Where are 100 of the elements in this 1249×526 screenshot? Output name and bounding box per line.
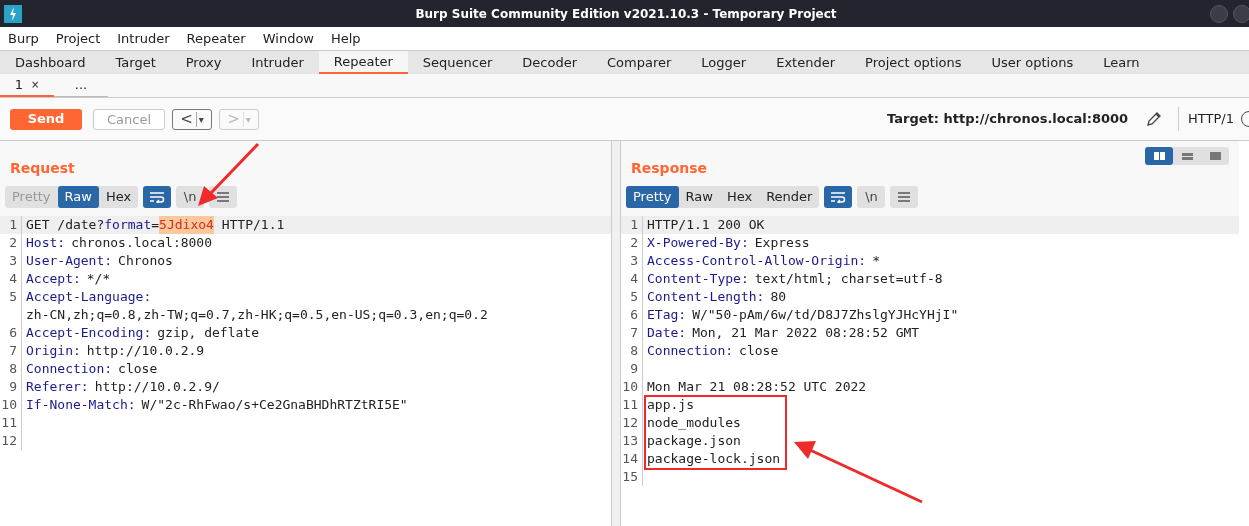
main-tab[interactable]: Learn [1088, 51, 1155, 74]
protocol-label: HTTP/1 [1188, 110, 1234, 129]
wrap-icon [830, 191, 847, 203]
code-text: gzip, deflate [157, 324, 259, 342]
header-name: Connection: [647, 342, 734, 360]
line-number: 13 [621, 432, 643, 450]
header-name: Host: [26, 234, 66, 252]
newline-button[interactable]: \n [176, 186, 205, 208]
main-tab[interactable]: Dashboard [0, 51, 101, 74]
wrap-button[interactable] [824, 186, 853, 208]
main-tab[interactable]: Sequencer [407, 51, 508, 74]
line-number: 4 [621, 270, 643, 288]
param-name: format [104, 216, 152, 234]
header-name: X-Powered-By: [647, 234, 749, 252]
menu-button[interactable] [890, 186, 919, 208]
main-tab[interactable]: Repeater [318, 51, 408, 74]
code-text: close [739, 342, 779, 360]
annotation-arrow [196, 142, 260, 208]
code-text: Express [754, 234, 810, 252]
main-tab[interactable]: User options [976, 51, 1089, 74]
main-tab[interactable]: Project options [850, 51, 977, 74]
line-number: 2 [621, 234, 643, 252]
back-button[interactable]: < ▾ [172, 108, 212, 130]
menu-item[interactable]: Help [331, 28, 361, 49]
header-name: Origin: [26, 342, 81, 360]
line-number: 12 [0, 432, 22, 450]
menu-item[interactable]: Project [55, 28, 101, 49]
line-number: 15 [621, 468, 643, 486]
line-number: 10 [0, 396, 22, 414]
menu-item[interactable]: Burp [8, 28, 39, 49]
menu-item[interactable]: Intruder [117, 28, 170, 49]
target-label: Target: http://chronos.local:8000 [887, 110, 1129, 129]
view-tab[interactable]: Render [759, 186, 820, 208]
view-tab[interactable]: Pretty [626, 186, 679, 208]
main-tab[interactable]: Comparer [592, 51, 687, 74]
line-number: 1 [0, 216, 22, 234]
app-logo-icon [4, 4, 22, 23]
code-text: Mon, 21 Mar 2022 08:28:52 GMT [692, 324, 920, 342]
line-number: 14 [621, 450, 643, 468]
panel-title: Request [9, 159, 76, 178]
layout-split-icon[interactable] [1145, 147, 1173, 165]
view-tab[interactable]: Hex [719, 186, 760, 208]
header-name: Content-Length: [647, 288, 765, 306]
view-tab[interactable]: Hex [98, 186, 139, 208]
header-name: User-Agent: [26, 252, 113, 270]
code-text: node_modules [647, 414, 741, 432]
line-number: 6 [0, 324, 22, 342]
line-number: 11 [0, 414, 22, 432]
header-name: Connection: [26, 360, 113, 378]
header-name: Access-Control-Allow-Origin: [647, 252, 867, 270]
header-name: Accept-Language: [26, 288, 152, 306]
code-text: chronos.local:8000 [71, 234, 213, 252]
view-tab[interactable]: Raw [57, 186, 99, 208]
header-name: Date: [647, 324, 687, 342]
line-number: 9 [0, 378, 22, 396]
line-number: 5 [621, 288, 643, 306]
menu-item[interactable]: Repeater [186, 28, 246, 49]
main-tab[interactable]: Proxy [170, 51, 237, 74]
wrap-icon [149, 191, 166, 203]
code-text: */* [86, 270, 111, 288]
view-tab[interactable]: Raw [678, 186, 720, 208]
main-tab[interactable]: Logger [686, 51, 762, 74]
code-text: Mon Mar 21 08:28:52 UTC 2022 [647, 378, 867, 396]
line-number: 3 [0, 252, 22, 270]
window-title: Burp Suite Community Edition v2021.10.3 - Temporary Project [415, 5, 837, 23]
code-text: = [151, 216, 160, 234]
header-name: Accept-Encoding: [26, 324, 152, 342]
code-text: package-lock.json [647, 450, 781, 468]
code-text: app.js [647, 396, 694, 414]
line-number: 10 [621, 378, 643, 396]
code-text: http://10.0.2.9/ [94, 378, 220, 396]
newline-button[interactable]: \n [857, 186, 886, 208]
line-number: 8 [621, 342, 643, 360]
main-tab[interactable]: Intruder [236, 51, 319, 74]
code-text: package.json [647, 432, 741, 450]
menu-icon [216, 191, 231, 203]
line-number: 3 [621, 252, 643, 270]
line-number: 11 [621, 396, 643, 414]
line-number: 4 [0, 270, 22, 288]
main-tab[interactable]: Target [100, 51, 171, 74]
menu-item[interactable]: Window [262, 28, 314, 49]
code-text: Chronos [118, 252, 173, 270]
header-name: Accept: [26, 270, 81, 288]
line-number: 5 [0, 288, 22, 324]
main-tab[interactable]: Decoder [507, 51, 593, 74]
code-text: close [118, 360, 158, 378]
header-name: Referer: [26, 378, 89, 396]
header-name: ETag: [647, 306, 687, 324]
panel-title: Response [630, 159, 709, 178]
code-text: GET /date? [26, 216, 105, 234]
request-tab[interactable]: ... [54, 74, 108, 97]
code-text: zh-CN,zh;q=0.8,zh-TW;q=0.7,zh-HK;q=0.5,en-US;q=0.3,en;q=0.2 [26, 306, 488, 324]
main-tab[interactable]: Extender [761, 51, 851, 74]
line-number: 7 [621, 324, 643, 342]
line-number: 1 [621, 216, 643, 234]
code-text: http://10.0.2.9 [86, 342, 205, 360]
code-text: 80 [770, 288, 787, 306]
code-text: W/"50-pAm/6w/td/D8J7ZhslgYJHcYHjI" [692, 306, 959, 324]
wrap-button[interactable] [143, 186, 172, 208]
menu-icon [897, 191, 912, 203]
